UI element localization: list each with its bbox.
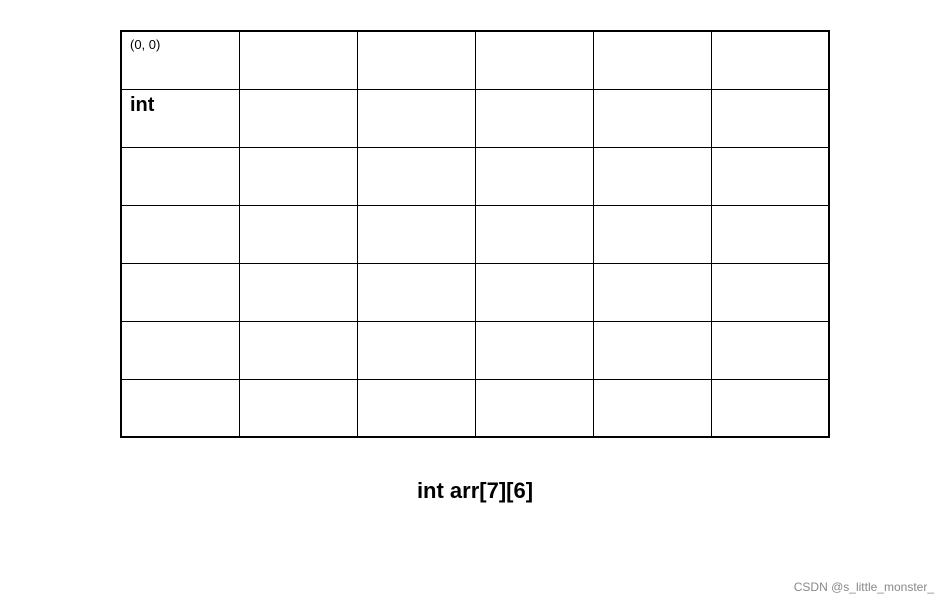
cell-0-0: (0, 0) <box>121 31 239 89</box>
cell-2-4 <box>593 147 711 205</box>
cell-1-1 <box>239 89 357 147</box>
cell-2-0 <box>121 147 239 205</box>
cell-3-4 <box>593 205 711 263</box>
table-row <box>121 205 829 263</box>
cell-3-0 <box>121 205 239 263</box>
watermark: CSDN @s_little_monster_ <box>794 580 934 594</box>
cell-5-3 <box>475 321 593 379</box>
cell-1-4 <box>593 89 711 147</box>
cell-6-3 <box>475 379 593 437</box>
grid-wrapper: (0, 0) int <box>120 30 830 438</box>
table-row <box>121 321 829 379</box>
table-row <box>121 379 829 437</box>
cell-3-1 <box>239 205 357 263</box>
cell-2-2 <box>357 147 475 205</box>
cell-4-0 <box>121 263 239 321</box>
main-container: (0, 0) int <box>0 0 950 604</box>
cell-5-1 <box>239 321 357 379</box>
coord-label: (0, 0) <box>130 37 160 52</box>
cell-5-0 <box>121 321 239 379</box>
cell-0-4 <box>593 31 711 89</box>
cell-6-0 <box>121 379 239 437</box>
caption-area: int arr[7][6] <box>417 478 533 504</box>
cell-0-5 <box>711 31 829 89</box>
cell-6-5 <box>711 379 829 437</box>
cell-5-5 <box>711 321 829 379</box>
cell-6-4 <box>593 379 711 437</box>
cell-1-3 <box>475 89 593 147</box>
table-row <box>121 263 829 321</box>
cell-2-3 <box>475 147 593 205</box>
cell-0-2 <box>357 31 475 89</box>
cell-3-5 <box>711 205 829 263</box>
grid-table: (0, 0) int <box>120 30 830 438</box>
table-row <box>121 147 829 205</box>
cell-4-2 <box>357 263 475 321</box>
cell-4-5 <box>711 263 829 321</box>
cell-4-3 <box>475 263 593 321</box>
cell-5-4 <box>593 321 711 379</box>
cell-3-2 <box>357 205 475 263</box>
cell-6-2 <box>357 379 475 437</box>
cell-6-1 <box>239 379 357 437</box>
caption-label: int arr[7][6] <box>417 478 533 503</box>
cell-5-2 <box>357 321 475 379</box>
table-row: int <box>121 89 829 147</box>
cell-2-5 <box>711 147 829 205</box>
cell-4-4 <box>593 263 711 321</box>
cell-1-2 <box>357 89 475 147</box>
cell-0-3 <box>475 31 593 89</box>
cell-3-3 <box>475 205 593 263</box>
cell-1-5 <box>711 89 829 147</box>
table-row: (0, 0) <box>121 31 829 89</box>
cell-4-1 <box>239 263 357 321</box>
cell-0-1 <box>239 31 357 89</box>
cell-2-1 <box>239 147 357 205</box>
cell-1-0: int <box>121 89 239 147</box>
int-label: int <box>130 94 154 116</box>
